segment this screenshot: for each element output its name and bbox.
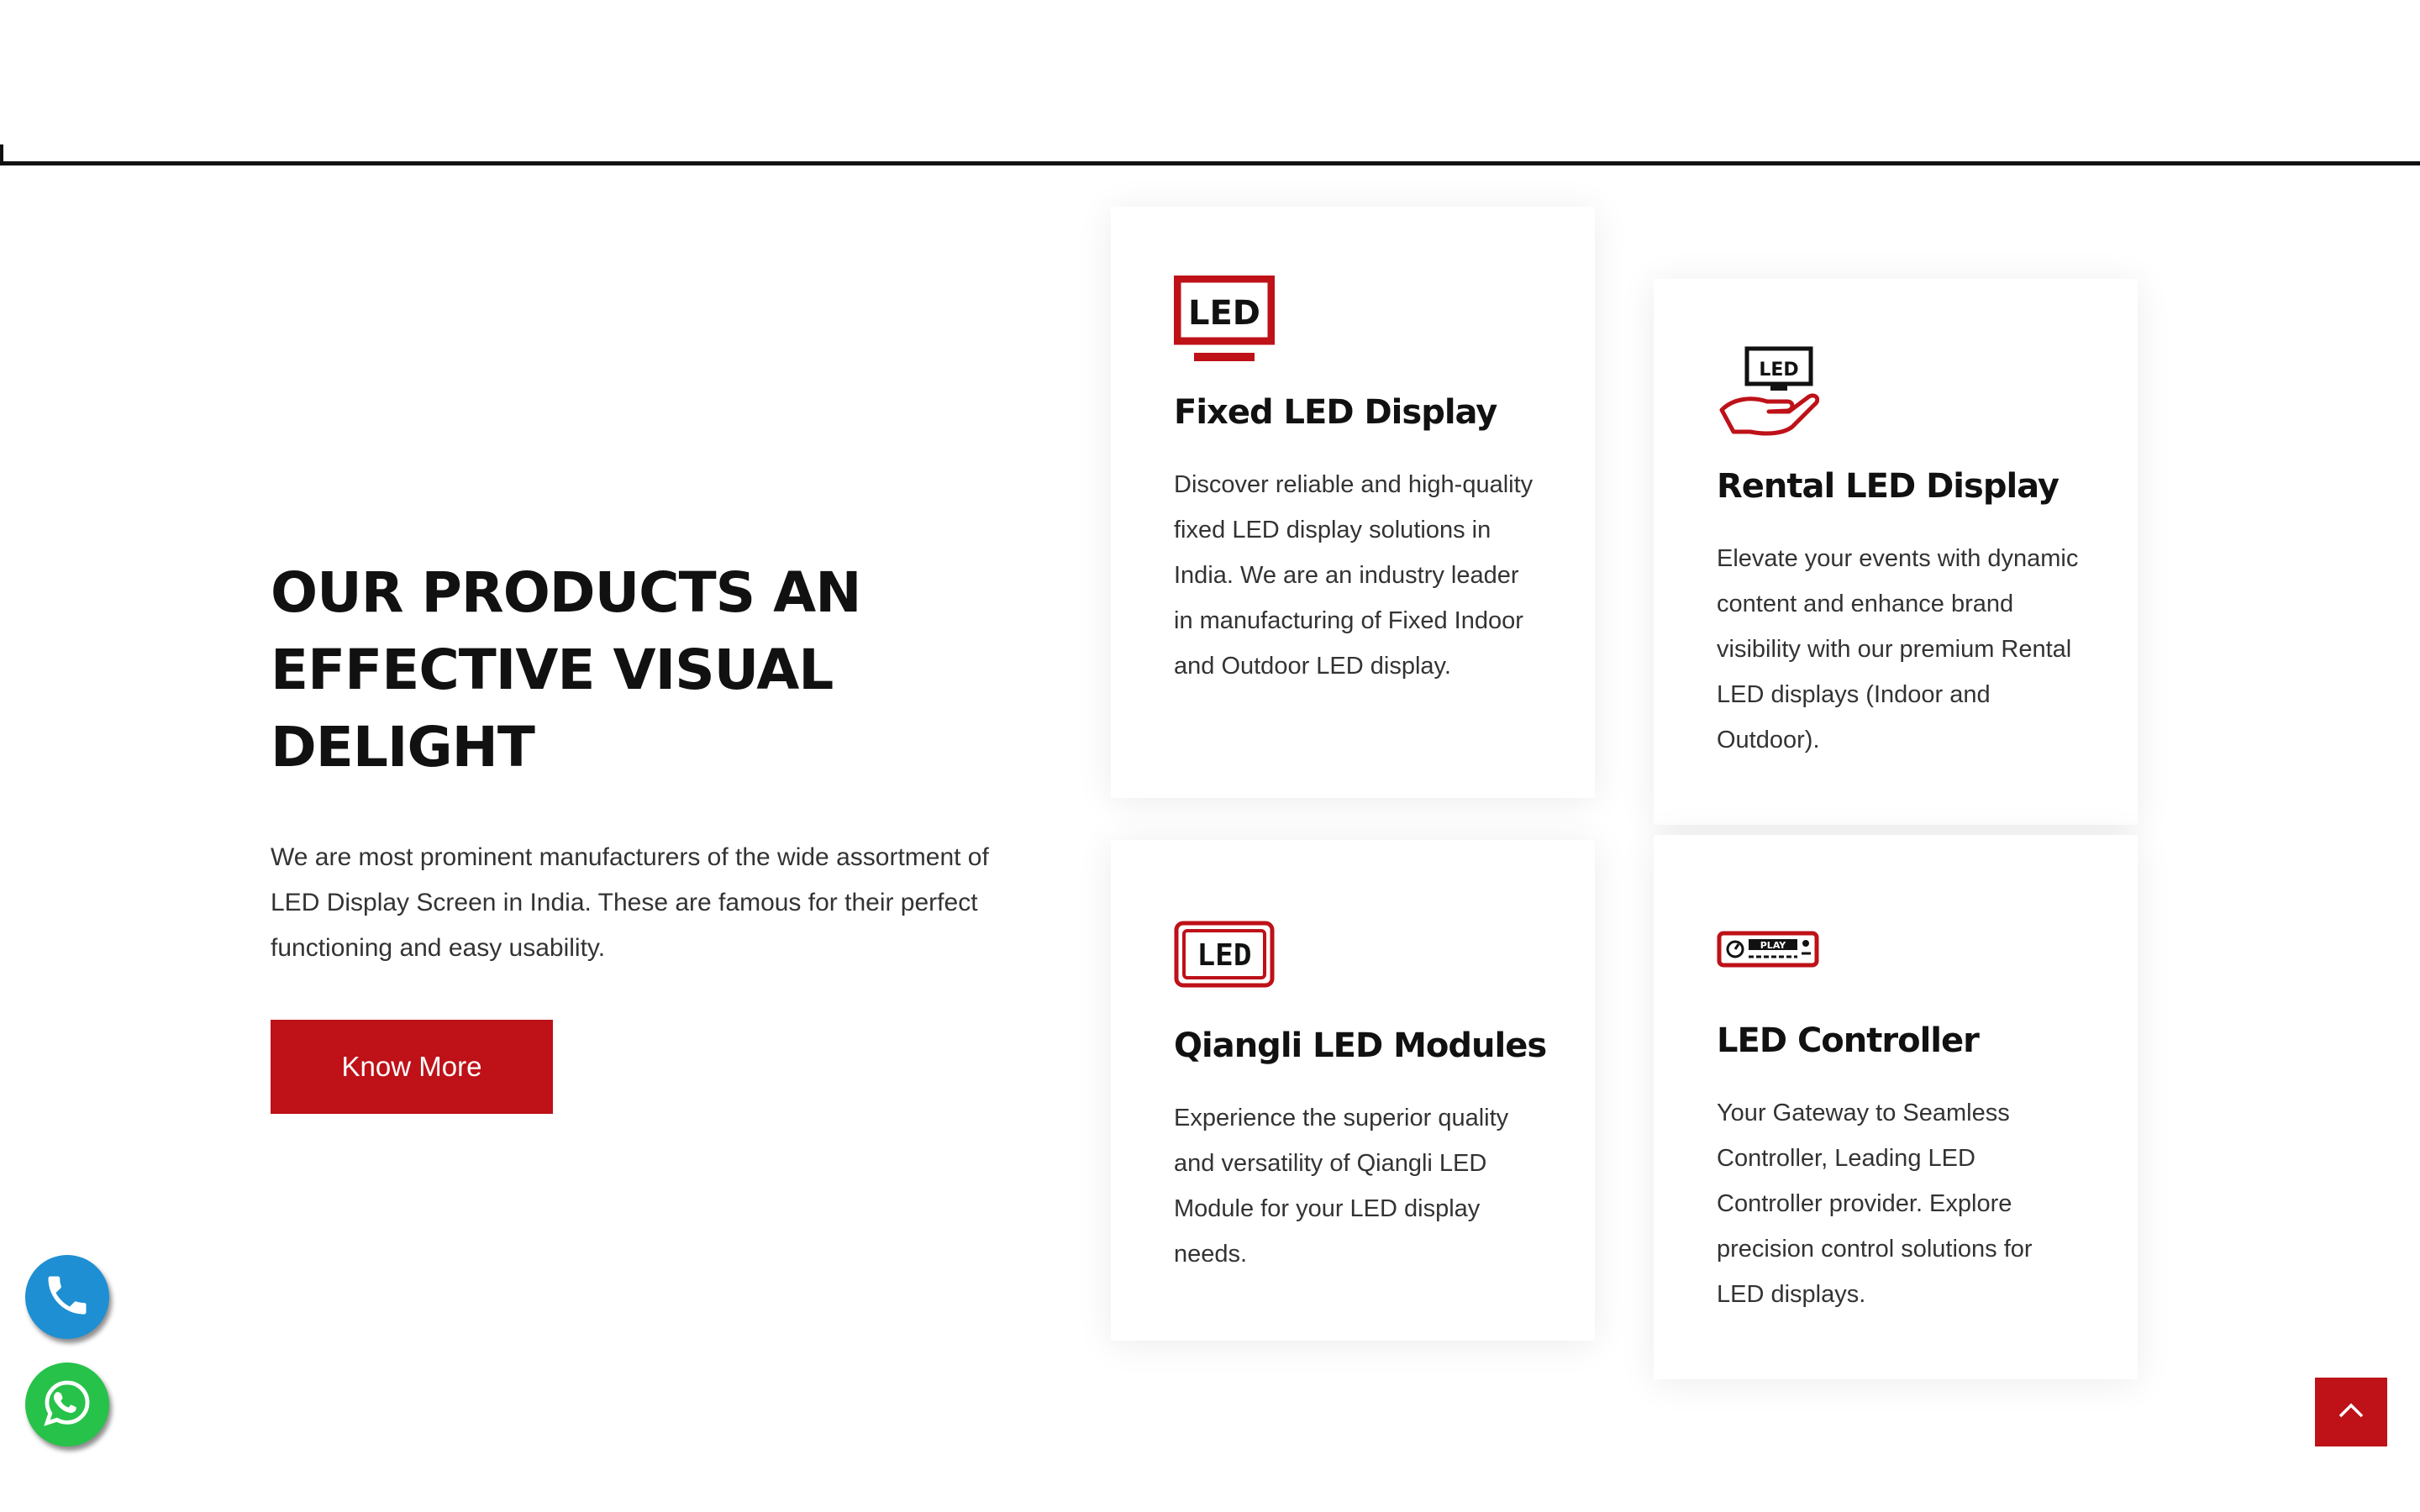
led-icon-text: LED bbox=[1188, 294, 1260, 333]
card-description: Your Gateway to Seamless Controller, Lea… bbox=[1717, 1100, 2033, 1308]
scroll-to-top-button[interactable] bbox=[2315, 1378, 2387, 1446]
led-module-icon: LED bbox=[1174, 921, 1275, 992]
know-more-button[interactable]: Know More bbox=[271, 1020, 553, 1114]
whatsapp-button[interactable] bbox=[25, 1362, 109, 1446]
section-description: We are most prominent manufacturers of t… bbox=[271, 843, 989, 962]
led-controller-icon: PLAY bbox=[1717, 931, 1819, 972]
phone-icon bbox=[42, 1270, 92, 1325]
led-icon-text: LED bbox=[1759, 360, 1798, 381]
header-divider bbox=[0, 161, 2420, 165]
card-description: Discover reliable and high-quality fixed… bbox=[1174, 471, 1534, 680]
call-button[interactable] bbox=[25, 1255, 109, 1339]
product-card-led-controller[interactable]: PLAY LED Controller Your Gateway to Seam… bbox=[1654, 835, 2138, 1379]
chevron-up-icon bbox=[2338, 1402, 2365, 1423]
card-description: Experience the superior quality and vers… bbox=[1174, 1105, 1509, 1268]
whatsapp-icon bbox=[40, 1376, 94, 1434]
page: OUR PRODUCTS AN EFFECTIVE VISUAL DELIGHT… bbox=[0, 0, 2420, 1512]
led-icon-text: PLAY bbox=[1760, 940, 1787, 951]
led-icon-text: LED bbox=[1197, 938, 1251, 973]
card-title: LED Controller bbox=[1717, 1021, 1980, 1060]
card-title: Rental LED Display bbox=[1717, 467, 2060, 506]
products-intro: OUR PRODUCTS AN EFFECTIVE VISUAL DELIGHT… bbox=[271, 554, 1010, 971]
product-card-fixed-led[interactable]: LED Fixed LED Display Discover reliable … bbox=[1111, 207, 1595, 798]
product-card-qiangli-modules[interactable]: LED Qiangli LED Modules Experience the s… bbox=[1111, 840, 1595, 1341]
led-hand-icon: LED bbox=[1717, 346, 1820, 446]
top-header bbox=[0, 0, 2420, 160]
product-card-rental-led[interactable]: LED Rental LED Display Elevate your even… bbox=[1654, 279, 2138, 825]
led-monitor-icon: LED bbox=[1173, 275, 1276, 369]
section-title: OUR PRODUCTS AN EFFECTIVE VISUAL DELIGHT bbox=[271, 560, 861, 780]
card-title: Qiangli LED Modules bbox=[1174, 1026, 1547, 1065]
card-description: Elevate your events with dynamic content… bbox=[1717, 545, 2079, 753]
card-title: Fixed LED Display bbox=[1174, 393, 1497, 432]
